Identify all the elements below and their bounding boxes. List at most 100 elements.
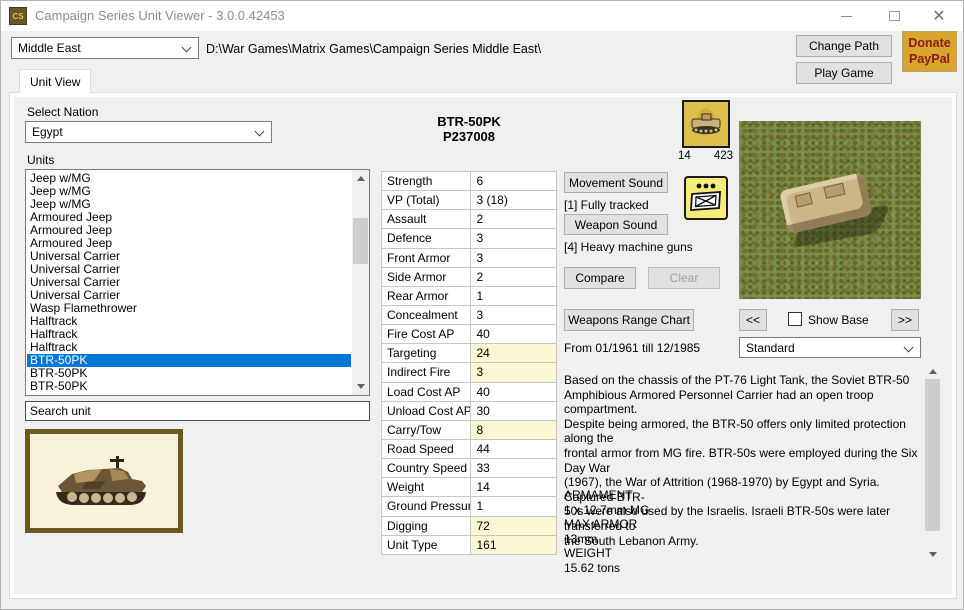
scrollbar-thumb[interactable]	[353, 218, 368, 264]
date-range-label: From 01/1961 till 12/1985	[564, 341, 701, 355]
stat-value: 33	[471, 459, 557, 479]
maximize-icon	[888, 11, 900, 21]
arrow-up-icon	[928, 369, 937, 374]
stat-label: Indirect Fire	[382, 363, 472, 383]
scroll-up-button[interactable]	[352, 170, 369, 187]
arrow-down-icon	[928, 552, 937, 557]
game-select-dropdown[interactable]: Middle East	[11, 37, 199, 59]
counter-numbers: 14 423	[678, 150, 733, 162]
close-button[interactable]: ✕	[922, 1, 956, 31]
stat-value: 2	[471, 210, 557, 230]
scrollbar-thumb[interactable]	[925, 379, 940, 531]
tab-unit-view[interactable]: Unit View	[19, 69, 92, 93]
view-mode-value: Standard	[746, 340, 795, 355]
stat-label: Unit Type	[382, 535, 472, 555]
compare-button[interactable]: Compare	[564, 267, 636, 289]
app-icon: CS	[9, 7, 27, 25]
stat-value: 6	[471, 172, 557, 192]
units-listbox[interactable]: Jeep w/MG Jeep w/MG Jeep w/MG Armoured Jeep…	[25, 169, 370, 396]
movement-type-label: [1] Fully tracked	[564, 198, 649, 212]
apc-symbol-art	[690, 183, 721, 211]
arrow-up-icon	[356, 176, 365, 181]
unit-profile-art	[56, 456, 146, 505]
stat-row: VP (Total) 3 (18)	[382, 191, 557, 211]
stat-row: Side Armor 2	[382, 267, 557, 287]
show-base-label: Show Base	[808, 313, 869, 327]
search-input[interactable]	[25, 401, 370, 421]
clear-button[interactable]: Clear	[648, 267, 720, 289]
unit-profile-image	[25, 429, 183, 533]
counter-number-left: 14	[678, 150, 691, 162]
play-game-button[interactable]: Play Game	[796, 62, 892, 84]
movement-sound-button[interactable]: Movement Sound	[564, 172, 668, 193]
stat-row: Carry/Tow 8	[382, 420, 557, 440]
view-mode-dropdown[interactable]: Standard	[739, 337, 921, 358]
nation-value: Egypt	[32, 125, 63, 139]
stat-row: Country Speed 33	[382, 459, 557, 479]
scroll-up-button[interactable]	[924, 363, 941, 380]
apc-platoon-symbol-icon[interactable]	[684, 176, 728, 220]
stats-table: Strength 6 VP (Total) 3 (18) Assault 2 Defence…	[381, 171, 557, 555]
stat-row: Ground Pressure 1	[382, 497, 557, 517]
stat-label: Country Speed	[382, 459, 472, 479]
stat-value: 2	[471, 267, 557, 287]
stat-row: Strength 6	[382, 172, 557, 192]
chevron-down-icon	[903, 342, 914, 353]
donate-label: Donate PayPal	[908, 35, 951, 66]
stat-label: Weight	[382, 478, 472, 498]
install-path: D:\War Games\Matrix Games\Campaign Serie…	[206, 42, 542, 56]
chevron-down-icon	[254, 126, 265, 137]
list-item[interactable]: BTR-50PK	[27, 380, 351, 393]
title-bar: CS Campaign Series Unit Viewer - 3.0.0.4…	[1, 1, 963, 31]
stat-label: Ground Pressure	[382, 497, 472, 517]
stat-value: 3	[471, 229, 557, 249]
stat-label: Strength	[382, 172, 472, 192]
stat-label: Defence	[382, 229, 472, 249]
stat-value: 3 (18)	[471, 191, 557, 211]
stat-row: Targeting 24	[382, 344, 557, 364]
nation-dropdown[interactable]: Egypt	[25, 121, 272, 143]
stat-row: Unit Type 161	[382, 535, 557, 555]
minimize-button[interactable]	[829, 1, 863, 31]
stat-value: 3	[471, 305, 557, 326]
stat-value: 44	[471, 439, 557, 460]
unit-counter-art	[682, 100, 730, 148]
scroll-down-button[interactable]	[924, 546, 941, 563]
weapon-sound-button[interactable]: Weapon Sound	[564, 214, 668, 235]
stat-label: Road Speed	[382, 439, 472, 460]
units-listbox-items: Jeep w/MG Jeep w/MG Jeep w/MG Armoured Jeep…	[27, 172, 351, 393]
stat-value: 8	[471, 420, 557, 440]
tab-label: Unit View	[30, 74, 81, 89]
window-title: Campaign Series Unit Viewer - 3.0.0.4245…	[35, 8, 285, 23]
stat-value: 72	[471, 516, 557, 536]
unit-title: BTR-50PK P237008	[381, 114, 557, 144]
stat-label: Carry/Tow	[382, 420, 472, 440]
unit-code: P237008	[442, 129, 496, 144]
stat-row: Concealment 3	[382, 305, 557, 326]
stat-value: 1	[471, 286, 557, 306]
change-path-button[interactable]: Change Path	[796, 35, 892, 57]
stat-label: Side Armor	[382, 267, 472, 287]
stat-label: Digging	[382, 516, 472, 536]
stat-value: 1	[471, 497, 557, 517]
next-unit-button[interactable]: >>	[891, 309, 919, 331]
unit-3d-render-image	[739, 121, 921, 299]
unit-counter-icon[interactable]	[682, 100, 730, 148]
scroll-down-button[interactable]	[352, 378, 369, 395]
donate-paypal-button[interactable]: Donate PayPal	[902, 31, 957, 72]
units-scrollbar[interactable]	[352, 170, 369, 395]
stat-label: Front Armor	[382, 248, 472, 268]
stat-row: Load Cost AP 40	[382, 382, 557, 402]
description-scrollbar[interactable]	[924, 363, 941, 563]
maximize-button[interactable]	[877, 1, 911, 31]
previous-unit-button[interactable]: <<	[739, 309, 767, 331]
stat-row: Digging 72	[382, 516, 557, 536]
stat-value: 3	[471, 363, 557, 383]
show-base-checkbox[interactable]	[788, 312, 802, 326]
stat-row: Unload Cost AP 30	[382, 401, 557, 421]
stat-row: Indirect Fire 3	[382, 363, 557, 383]
weapons-range-chart-button[interactable]: Weapons Range Chart	[564, 309, 694, 331]
stat-label: Rear Armor	[382, 286, 472, 306]
unit-armament: ARMAMENT 1 x 12.7mm MG MAX ARMOR 13mm WE…	[564, 488, 650, 575]
game-select-value: Middle East	[18, 41, 81, 55]
